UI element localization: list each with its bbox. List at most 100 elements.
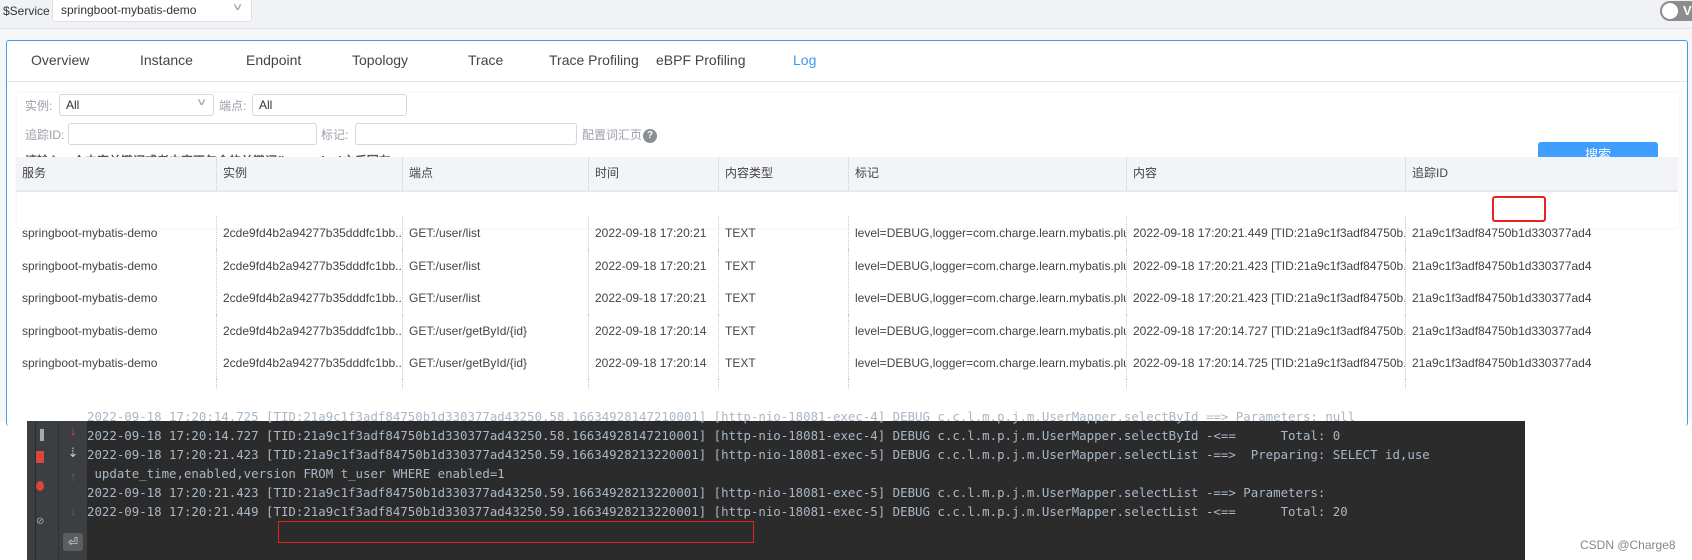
cell-instance: 2cde9fd4b2a94277b35dddfc1bb... [216, 248, 402, 284]
view-toggle[interactable]: V [1660, 1, 1692, 21]
toggle-text: V [1683, 3, 1692, 18]
tag-label: 标记: [321, 128, 349, 142]
cell-time: 2022-09-18 17:20:14 [588, 313, 718, 349]
empty-cell [1126, 378, 1405, 389]
tab-topology[interactable]: Topology [352, 52, 408, 68]
endpoint-label: 端点: [219, 99, 247, 113]
cell-tags: level=DEBUG,logger=com.charge.learn.myba… [848, 346, 1126, 381]
cell-trace-id: 21a9c1f3adf84750b1d330377ad4 [1405, 248, 1685, 284]
cell-endpoint: GET:/user/getById/{id} [402, 313, 588, 349]
breakpoint-icon[interactable] [36, 481, 44, 491]
console-line: 2022-09-18 17:20:14.727 [TID:21a9c1f3adf… [87, 428, 1341, 443]
cell-service: springboot-mybatis-demo [22, 291, 158, 305]
tag-input[interactable] [355, 123, 577, 145]
console-line: update_time,enabled,version FROM t_user … [87, 466, 505, 481]
vocabulary-link[interactable]: 配置词汇页? [582, 126, 658, 143]
ide-console: ⊘ ↓ ⇣ ↑ ↓ ⏎ 2022-09-18 17:20:14.725 [TID… [27, 409, 1525, 560]
tab-instance[interactable]: Instance [140, 52, 193, 68]
cell-trace-id: 21a9c1f3adf84750b1d330377ad4 [1405, 216, 1685, 251]
table-row-partial [16, 378, 1678, 389]
mute-breakpoints-icon[interactable]: ⊘ [36, 516, 44, 527]
console-left-edge [27, 421, 35, 560]
cell-content-type: TEXT [718, 248, 848, 284]
table-row[interactable]: springboot-mybatis-demo 2cde9fd4b2a94277b… [16, 346, 1678, 381]
watermark: CSDN @Charge8 [1580, 538, 1676, 552]
cell-content-type: TEXT [718, 281, 848, 316]
down-arrow-icon[interactable]: ↓ [59, 503, 87, 518]
help-icon[interactable]: ? [643, 128, 658, 143]
service-label: $Service [3, 4, 50, 18]
cell-instance: 2cde9fd4b2a94277b35dddfc1bb... [216, 216, 402, 251]
tab-trace[interactable]: Trace [468, 52, 503, 68]
endpoint-input[interactable]: All [252, 94, 407, 116]
service-select-value: springboot-mybatis-demo [61, 3, 197, 17]
trace-id-input[interactable] [68, 123, 317, 145]
column-header-content: 内容 [1126, 157, 1404, 190]
cell-tags: level=DEBUG,logger=com.charge.learn.myba… [848, 216, 1126, 251]
cell-time: 2022-09-18 17:20:14 [588, 346, 718, 381]
instance-select[interactable]: All ∨ [59, 94, 214, 116]
cell-service: springboot-mybatis-demo [22, 356, 158, 370]
sort-down-icon[interactable]: ⇣ [59, 445, 87, 461]
column-header-time: 时间 [588, 157, 718, 190]
cell-tags: level=DEBUG,logger=com.charge.learn.myba… [848, 281, 1126, 316]
service-select[interactable]: springboot-mybatis-demo ∨ [52, 0, 252, 22]
empty-cell [1405, 378, 1685, 389]
tab-log[interactable]: Log [793, 52, 816, 68]
cell-instance: 2cde9fd4b2a94277b35dddfc1bb... [216, 313, 402, 349]
cell-service: springboot-mybatis-demo [22, 323, 158, 338]
console-line: 2022-09-18 17:20:14.725 [TID:21a9c1f3adf… [87, 409, 1356, 424]
tab-bar: Overview Instance Endpoint Topology Trac… [7, 41, 1687, 82]
trace-id-label: 追踪ID: [25, 128, 65, 142]
tab-overview[interactable]: Overview [31, 52, 89, 68]
vocabulary-link-text: 配置词汇页 [582, 128, 643, 142]
tab-ebpf-profiling[interactable]: eBPF Profiling [656, 52, 745, 68]
table-row[interactable]: springboot-mybatis-demo 2cde9fd4b2a94277b… [16, 281, 1678, 316]
table-row[interactable]: springboot-mybatis-demo 2cde9fd4b2a94277b… [16, 216, 1678, 251]
cell-time: 2022-09-18 17:20:21 [588, 281, 718, 316]
console-line: 2022-09-18 17:20:21.449 [TID:21a9c1f3adf… [87, 504, 1348, 519]
pause-icon[interactable] [40, 429, 44, 441]
table-row[interactable]: springboot-mybatis-demo 2cde9fd4b2a94277b… [16, 248, 1678, 284]
empty-cell [718, 378, 848, 389]
toggle-knob [1662, 3, 1678, 19]
tab-trace-profiling[interactable]: Trace Profiling [549, 52, 639, 68]
tab-endpoint[interactable]: Endpoint [246, 52, 301, 68]
empty-cell [848, 378, 1126, 389]
cell-time: 2022-09-18 17:20:21 [588, 248, 718, 284]
console-line: 2022-09-18 17:20:21.423 [TID:21a9c1f3adf… [87, 485, 1333, 500]
scroll-to-end-icon[interactable]: ↓ [59, 423, 87, 438]
cell-trace-id: 21a9c1f3adf84750b1d330377ad4 [1405, 346, 1685, 381]
column-header-trace-id: 追踪ID [1405, 157, 1685, 190]
cell-trace-id: 21a9c1f3adf84750b1d330377ad4 [1405, 313, 1685, 349]
cell-content-type: TEXT [718, 346, 848, 381]
table-row[interactable]: springboot-mybatis-demo 2cde9fd4b2a94277b… [16, 313, 1678, 349]
up-arrow-icon[interactable]: ↑ [59, 469, 87, 484]
cell-instance: 2cde9fd4b2a94277b35dddfc1bb... [216, 346, 402, 381]
trace-id-highlight-box [1492, 196, 1546, 222]
instance-label: 实例: [25, 99, 53, 113]
cell-endpoint: GET:/user/list [402, 216, 588, 251]
empty-cell [588, 378, 718, 389]
log-table-header: 服务 实例 端点 时间 内容类型 标记 内容 追踪ID [16, 157, 1678, 192]
cell-endpoint: GET:/user/list [402, 248, 588, 284]
cell-time: 2022-09-18 17:20:21 [588, 216, 718, 251]
cell-content-type: TEXT [718, 216, 848, 251]
soft-wrap-icon[interactable]: ⏎ [63, 533, 83, 551]
instance-select-value: All [66, 98, 80, 112]
cell-tags: level=DEBUG,logger=com.charge.learn.myba… [848, 313, 1126, 349]
console-line: 2022-09-18 17:20:21.423 [TID:21a9c1f3adf… [87, 447, 1430, 462]
cell-service: springboot-mybatis-demo [22, 226, 158, 240]
cell-content: 2022-09-18 17:20:14.727 [TID:21a9c1f3adf… [1126, 313, 1405, 349]
cell-instance: 2cde9fd4b2a94277b35dddfc1bb... [216, 281, 402, 316]
column-header-endpoint: 端点 [402, 157, 588, 190]
stop-icon[interactable] [36, 451, 44, 463]
empty-cell [16, 379, 216, 389]
column-header-service: 服务 [22, 166, 47, 180]
chevron-down-icon: ∨ [195, 97, 208, 108]
cell-endpoint: GET:/user/list [402, 281, 588, 316]
console-side-toolbar: ⊘ [36, 421, 59, 560]
console-output-toolbar: ↓ ⇣ ↑ ↓ ⏎ [59, 421, 88, 560]
endpoint-input-value: All [259, 98, 273, 112]
tid-highlight-box [278, 521, 754, 543]
